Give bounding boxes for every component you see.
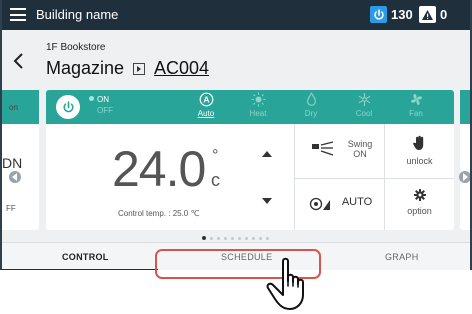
page-dot[interactable] <box>245 236 248 240</box>
power-icon <box>62 100 74 112</box>
location-label: 1F Bookstore <box>46 42 106 53</box>
alert-icon <box>419 6 436 23</box>
alert-count: 0 <box>440 7 448 22</box>
temperature-unit: c <box>211 170 220 190</box>
lock-button[interactable]: unlock <box>385 125 454 178</box>
mode-auto[interactable]: A Auto <box>184 92 228 118</box>
mode-heat[interactable]: Heat <box>236 92 280 118</box>
page-dot[interactable] <box>224 236 227 240</box>
device-frame: Building name 130 0 1F Bookstore Magazin… <box>0 0 472 270</box>
page-dot[interactable] <box>210 236 213 240</box>
degree-symbol: ° <box>212 147 219 164</box>
tab-graph[interactable]: GRAPH <box>385 252 419 262</box>
unit-control-card: ON OFF A Auto Heat Dry Cool Fan 24.0 ° c… <box>46 90 454 230</box>
next-card-mode-bar <box>460 90 470 124</box>
swing-icon <box>312 141 334 156</box>
page-dot[interactable] <box>238 236 241 240</box>
on-count: 130 <box>391 7 413 22</box>
lock-label: unlock <box>406 156 433 166</box>
control-temperature: Control temp. : 25.0 ℃ <box>118 209 200 218</box>
previous-card-off: FF <box>6 204 16 213</box>
swing-label: Swing <box>347 139 373 149</box>
page-dot[interactable] <box>217 236 220 240</box>
previous-card-mode-bar <box>2 90 39 124</box>
hand-lock-icon <box>413 135 424 150</box>
fan-icon <box>410 94 422 105</box>
drop-icon <box>306 92 316 106</box>
power-button[interactable] <box>56 95 80 119</box>
next-arrow-icon[interactable] <box>459 171 470 183</box>
temp-up-button[interactable] <box>262 151 272 157</box>
svg-text:A: A <box>203 95 209 105</box>
previous-card-status: DN <box>2 155 23 171</box>
option-label: option <box>407 206 432 216</box>
mode-bar: ON OFF A Auto Heat Dry Cool Fan <box>46 90 454 124</box>
previous-card-text: on <box>9 103 18 112</box>
swing-button[interactable]: Swing ON <box>295 125 384 178</box>
page-dot[interactable] <box>202 236 206 240</box>
page-dot[interactable] <box>252 236 255 240</box>
mode-fan[interactable]: Fan <box>394 92 438 118</box>
set-temperature: 24.0 <box>112 141 206 197</box>
on-label: ON <box>97 95 109 104</box>
building-name[interactable]: Building name <box>36 7 118 22</box>
unit-name[interactable]: AC004 <box>154 58 209 79</box>
mode-dry[interactable]: Dry <box>289 92 333 118</box>
group-name: Magazine <box>46 58 125 78</box>
temp-down-button[interactable] <box>262 198 272 204</box>
previous-unit-card[interactable]: on DN FF <box>2 90 39 230</box>
fan-speed-button[interactable]: AUTO <box>295 179 384 230</box>
fan-speed-value: AUTO <box>341 196 373 208</box>
option-button[interactable]: option <box>385 179 454 230</box>
play-arrow-icon <box>133 63 145 75</box>
page-dot[interactable] <box>231 236 234 240</box>
sun-icon <box>251 92 265 107</box>
page-indicator <box>202 236 269 240</box>
snowflake-icon <box>358 93 370 106</box>
auto-icon: A <box>199 92 213 107</box>
page-dot[interactable] <box>266 236 269 240</box>
tab-control[interactable]: CONTROL <box>62 252 109 262</box>
previous-arrow-icon[interactable] <box>9 171 21 183</box>
power-icon <box>370 6 387 23</box>
pointing-hand-icon <box>266 257 304 310</box>
page-dot[interactable] <box>259 236 262 240</box>
swing-value: ON <box>353 149 367 159</box>
back-icon[interactable] <box>12 52 26 70</box>
gear-icon <box>414 189 426 201</box>
top-bar: Building name 130 0 <box>2 0 470 30</box>
on-off-status[interactable]: ON OFF <box>89 94 113 116</box>
next-unit-card[interactable] <box>460 90 470 230</box>
active-tab-underline <box>2 269 158 270</box>
fan-speed-icon <box>309 197 330 211</box>
mode-cool[interactable]: Cool <box>342 92 386 118</box>
menu-icon[interactable] <box>10 8 26 21</box>
off-label: OFF <box>97 106 113 115</box>
app-screen: Building name 130 0 1F Bookstore Magazin… <box>2 0 470 270</box>
